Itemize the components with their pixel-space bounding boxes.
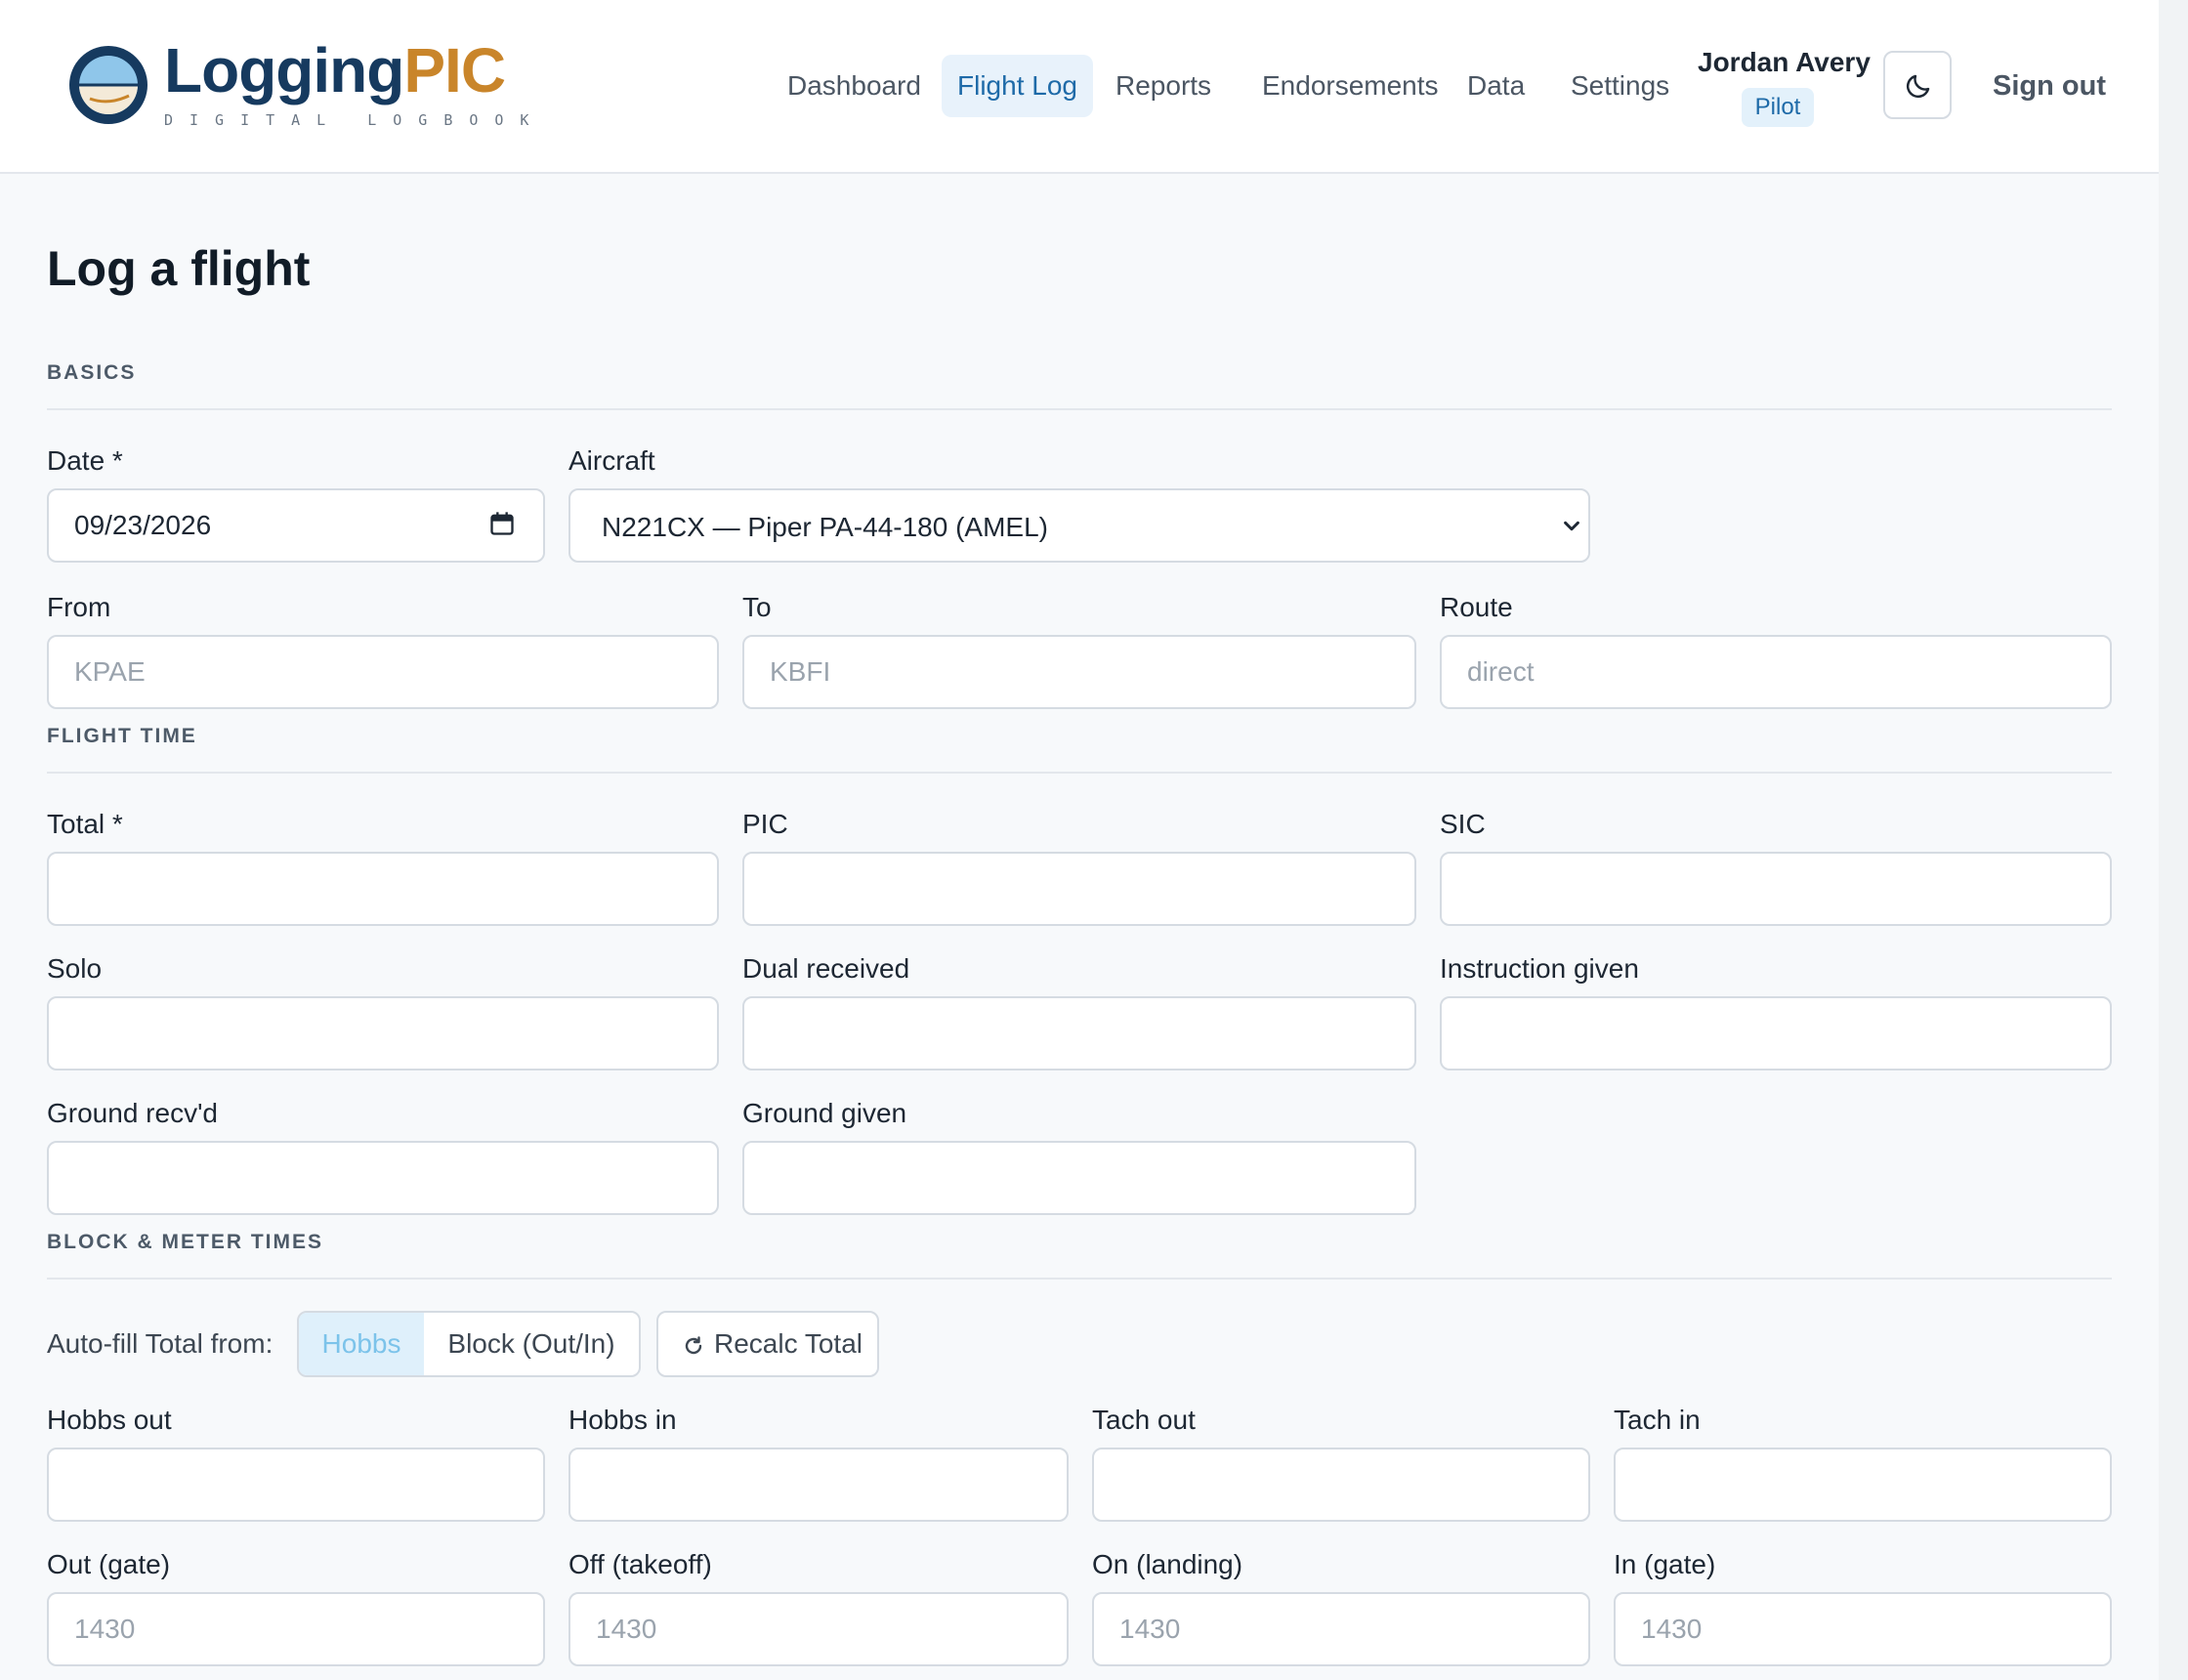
section-divider: [47, 1278, 2112, 1280]
pic-label: PIC: [742, 809, 788, 839]
nav-item-flight-log[interactable]: Flight Log: [942, 55, 1093, 117]
on-landing-input[interactable]: [1092, 1592, 1590, 1666]
brand-name-part1: Logging: [164, 35, 404, 105]
chevron-down-icon: [1564, 521, 1579, 531]
ground-received-input[interactable]: [47, 1141, 719, 1215]
sic-input[interactable]: [1440, 852, 2112, 926]
autofill-option-hobbs[interactable]: Hobbs: [299, 1313, 424, 1375]
nav-item-settings[interactable]: Settings: [1555, 55, 1685, 117]
dual-received-label: Dual received: [742, 953, 910, 984]
brand-logo[interactable]: LoggingPIC: [164, 39, 506, 102]
sign-out-button[interactable]: Sign out: [1977, 55, 2122, 117]
hobbs-in-label: Hobbs in: [568, 1405, 677, 1435]
autofill-label: Auto-fill Total from:: [47, 1328, 274, 1359]
brand-tagline: DIGITAL LOGBOOK: [164, 111, 546, 129]
theme-toggle-button[interactable]: [1883, 51, 1952, 119]
dual-received-input[interactable]: [742, 996, 1416, 1071]
scrollbar-track[interactable]: [2159, 0, 2188, 1680]
section-divider: [47, 408, 2112, 410]
ground-given-input[interactable]: [742, 1141, 1416, 1215]
nav-item-endorsements[interactable]: Endorsements: [1246, 55, 1454, 117]
brand-name-part2: PIC: [403, 35, 506, 105]
in-gate-label: In (gate): [1614, 1549, 1716, 1579]
page-title: Log a flight: [47, 241, 311, 296]
sic-label: SIC: [1440, 809, 1486, 839]
autofill-option-block[interactable]: Block (Out/In): [424, 1313, 639, 1375]
section-heading-basics: BASICS: [47, 361, 137, 384]
hobbs-out-input[interactable]: [47, 1448, 545, 1522]
from-input[interactable]: [47, 635, 719, 709]
nav-item-dashboard[interactable]: Dashboard: [772, 55, 937, 117]
instruction-given-input[interactable]: [1440, 996, 2112, 1071]
to-input[interactable]: [742, 635, 1416, 709]
on-landing-label: On (landing): [1092, 1549, 1243, 1579]
route-input[interactable]: [1440, 635, 2112, 709]
off-takeoff-input[interactable]: [568, 1592, 1069, 1666]
ground-given-label: Ground given: [742, 1098, 907, 1128]
from-label: From: [47, 592, 111, 622]
solo-label: Solo: [47, 953, 103, 984]
section-heading-flight-time: FLIGHT TIME: [47, 725, 197, 747]
tach-in-input[interactable]: [1614, 1448, 2112, 1522]
instruction-given-label: Instruction given: [1440, 953, 1639, 984]
tach-out-label: Tach out: [1092, 1405, 1196, 1435]
user-name: Jordan Avery: [1698, 47, 1871, 77]
ground-received-label: Ground recv'd: [47, 1098, 218, 1128]
tach-in-label: Tach in: [1614, 1405, 1701, 1435]
to-label: To: [742, 592, 772, 622]
refresh-icon: [685, 1336, 702, 1355]
off-takeoff-label: Off (takeoff): [568, 1549, 712, 1579]
hobbs-in-input[interactable]: [568, 1448, 1069, 1522]
in-gate-input[interactable]: [1614, 1592, 2112, 1666]
moon-icon: [1906, 74, 1930, 99]
out-gate-label: Out (gate): [47, 1549, 171, 1579]
hobbs-out-label: Hobbs out: [47, 1405, 172, 1435]
logo-icon: [69, 46, 147, 124]
aircraft-selected-value: N221CX — Piper PA-44-180 (AMEL): [602, 512, 1048, 542]
section-divider: [47, 772, 2112, 774]
tach-out-input[interactable]: [1092, 1448, 1590, 1522]
out-gate-input[interactable]: [47, 1592, 545, 1666]
total-label: Total *: [47, 809, 123, 839]
route-label: Route: [1440, 592, 1513, 622]
autofill-source-toggle: Hobbs Block (Out/In): [297, 1311, 641, 1377]
nav-item-reports[interactable]: Reports: [1100, 55, 1227, 117]
user-role-badge: Pilot: [1742, 88, 1814, 127]
date-value: 09/23/2026: [74, 510, 212, 540]
pic-input[interactable]: [742, 852, 1416, 926]
top-navbar: LoggingPIC DIGITAL LOGBOOK Dashboard Fli…: [0, 0, 2159, 174]
recalc-total-label: Recalc Total: [714, 1328, 863, 1359]
aircraft-label: Aircraft: [568, 445, 655, 476]
calendar-icon[interactable]: [488, 510, 516, 537]
recalc-total-button[interactable]: Recalc Total: [656, 1311, 879, 1377]
solo-input[interactable]: [47, 996, 719, 1071]
nav-item-data[interactable]: Data: [1452, 55, 1540, 117]
total-input[interactable]: [47, 852, 719, 926]
date-label: Date *: [47, 445, 123, 476]
section-heading-block-meter: BLOCK & METER TIMES: [47, 1231, 323, 1253]
